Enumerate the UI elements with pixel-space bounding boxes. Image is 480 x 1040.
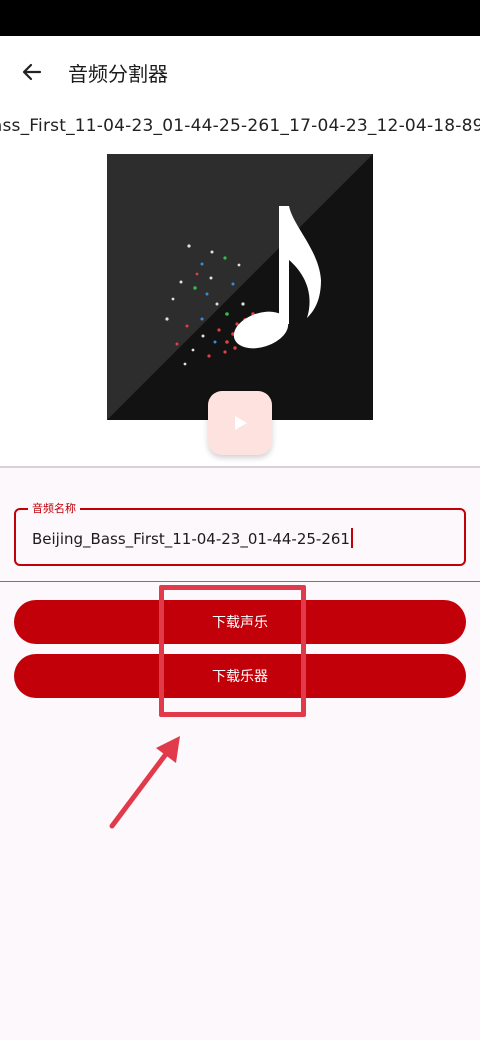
- page-title: 音频分割器: [68, 62, 168, 86]
- divider: [0, 466, 480, 468]
- audio-name-value: Beijing_Bass_First_11-04-23_01-44-25-261: [32, 530, 350, 548]
- divider: [0, 581, 480, 582]
- annotation-arrow-icon: [109, 736, 180, 829]
- app-bar: 音频分割器: [0, 36, 480, 108]
- status-bar: [0, 0, 480, 36]
- play-icon: [235, 416, 247, 430]
- highlight-box: [159, 585, 306, 717]
- back-button[interactable]: [14, 54, 50, 90]
- text-cursor: [350, 528, 353, 548]
- track-filename: Bass_First_11-04-23_01-44-25-261_17-04-2…: [0, 116, 480, 140]
- track-filename-text: Bass_First_11-04-23_01-44-25-261_17-04-2…: [0, 116, 480, 136]
- album-cover: [107, 154, 373, 420]
- arrow-left-icon: [22, 63, 42, 81]
- audio-name-label: 音频名称: [28, 500, 80, 516]
- play-button[interactable]: [208, 391, 272, 455]
- audio-name-input[interactable]: Beijing_Bass_First_11-04-23_01-44-25-261: [32, 528, 353, 548]
